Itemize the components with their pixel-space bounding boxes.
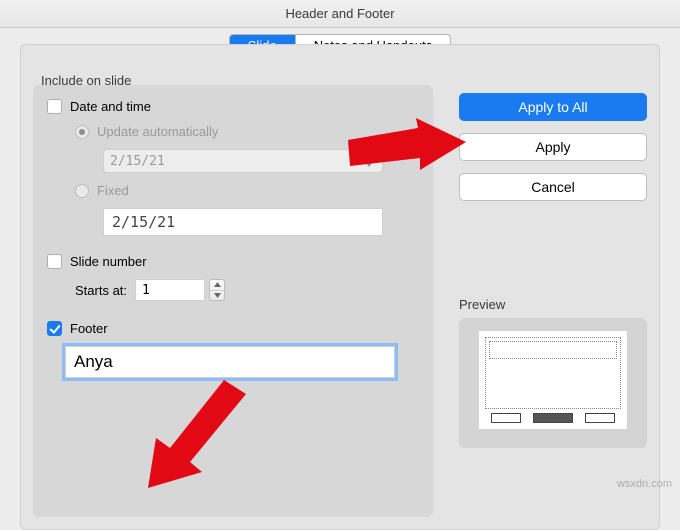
slide-preview	[478, 330, 628, 430]
apply-to-all-button[interactable]: Apply to All	[459, 93, 647, 121]
footer-label: Footer	[70, 321, 108, 336]
include-panel: Date and time Update automatically 2/15/…	[33, 85, 433, 517]
stepper-buttons[interactable]	[209, 279, 225, 301]
fixed-date-value: 2/15/21	[112, 213, 175, 231]
preview-box	[459, 318, 647, 448]
slide-number-label: Slide number	[70, 254, 147, 269]
footer-value: Anya	[74, 352, 113, 372]
footer-checkbox[interactable]	[47, 321, 62, 336]
date-time-label: Date and time	[70, 99, 151, 114]
cancel-button[interactable]: Cancel	[459, 173, 647, 201]
footer-placeholder-left	[491, 413, 521, 423]
footer-placeholder-right	[585, 413, 615, 423]
apply-button[interactable]: Apply	[459, 133, 647, 161]
update-auto-label: Update automatically	[97, 124, 218, 139]
preview-label: Preview	[459, 297, 647, 312]
footer-input[interactable]: Anya	[65, 346, 395, 378]
starts-at-stepper[interactable]: 1	[135, 279, 225, 301]
fixed-radio[interactable]	[75, 184, 89, 198]
dialog-body: Include on slide Date and time Update au…	[20, 44, 660, 530]
starts-at-value: 1	[142, 283, 150, 298]
chevron-updown-icon	[362, 153, 376, 169]
starts-at-label: Starts at:	[75, 283, 127, 298]
auto-date-dropdown[interactable]: 2/15/21	[103, 149, 383, 173]
fixed-date-input[interactable]: 2/15/21	[103, 208, 383, 236]
date-time-checkbox[interactable]	[47, 99, 62, 114]
window-title: Header and Footer	[0, 0, 680, 28]
chevron-up-icon[interactable]	[210, 280, 224, 290]
slide-number-checkbox[interactable]	[47, 254, 62, 269]
right-column: Apply to All Apply Cancel Preview	[459, 93, 647, 448]
chevron-down-icon[interactable]	[210, 290, 224, 301]
footer-placeholder-center	[533, 413, 573, 423]
update-auto-radio[interactable]	[75, 125, 89, 139]
fixed-label: Fixed	[97, 183, 129, 198]
auto-date-value: 2/15/21	[110, 154, 165, 169]
